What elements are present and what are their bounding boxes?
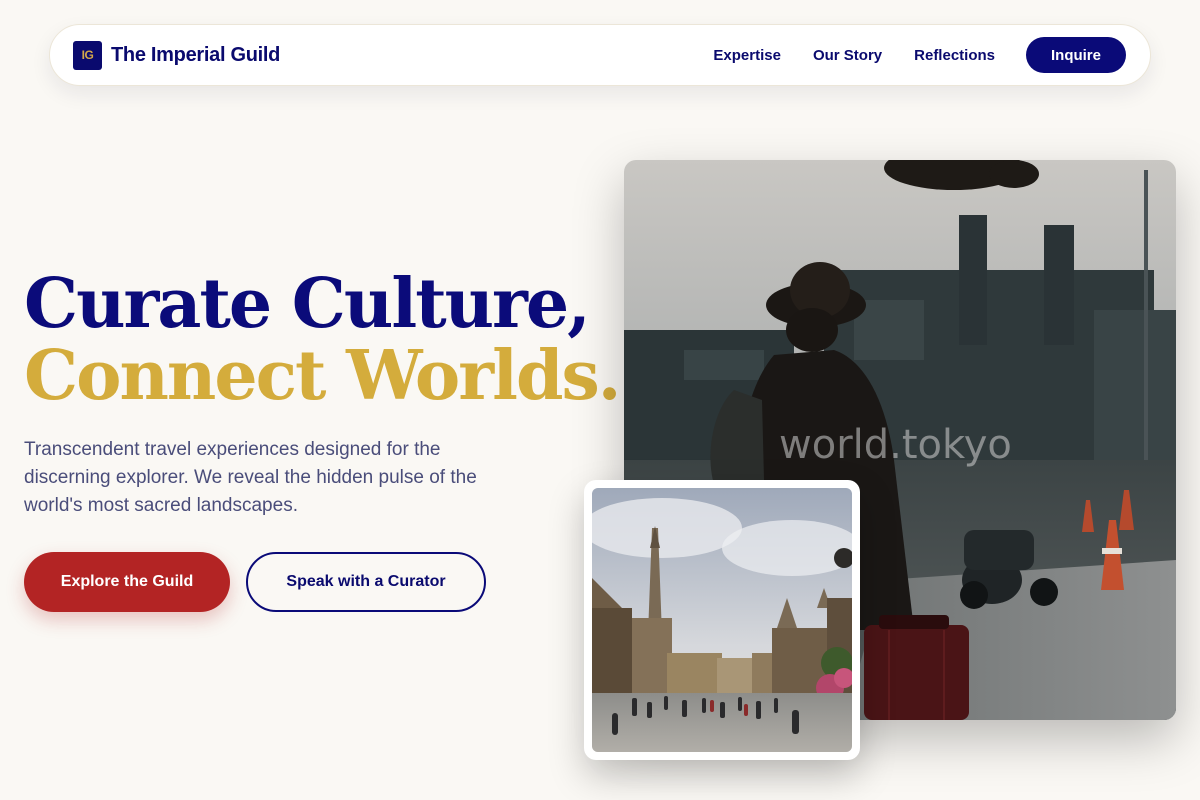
brand-name: The Imperial Guild	[111, 43, 281, 66]
hero-lead-text: Transcendent travel experiences designed…	[24, 439, 477, 516]
nav-link-reflections[interactable]: Reflections	[914, 47, 995, 64]
hero-headline: Curate Culture, Connect Worlds.	[24, 264, 621, 416]
explore-guild-button[interactable]: Explore the Guild	[24, 552, 230, 612]
city-square-photo-illustration	[592, 488, 852, 752]
photo-watermark: world.tokyo	[779, 422, 1012, 468]
headline-line-2: Connect Worlds.	[24, 336, 621, 416]
top-navigation: IG The Imperial Guild Expertise Our Stor…	[49, 24, 1151, 86]
nav-link-expertise[interactable]: Expertise	[713, 47, 781, 64]
nav-links: Expertise Our Story Reflections Inquire	[713, 37, 1126, 73]
speak-curator-button[interactable]: Speak with a Curator	[246, 552, 486, 612]
landing-page: IG The Imperial Guild Expertise Our Stor…	[0, 0, 1200, 800]
headline-line-1: Curate Culture,	[24, 264, 591, 344]
inquire-button[interactable]: Inquire	[1026, 37, 1126, 73]
nav-link-our-story[interactable]: Our Story	[813, 47, 882, 64]
brand-logo-link[interactable]: IG The Imperial Guild	[73, 40, 281, 70]
hero-inset-photo	[584, 480, 860, 760]
logo-mark-icon: IG	[73, 40, 102, 70]
